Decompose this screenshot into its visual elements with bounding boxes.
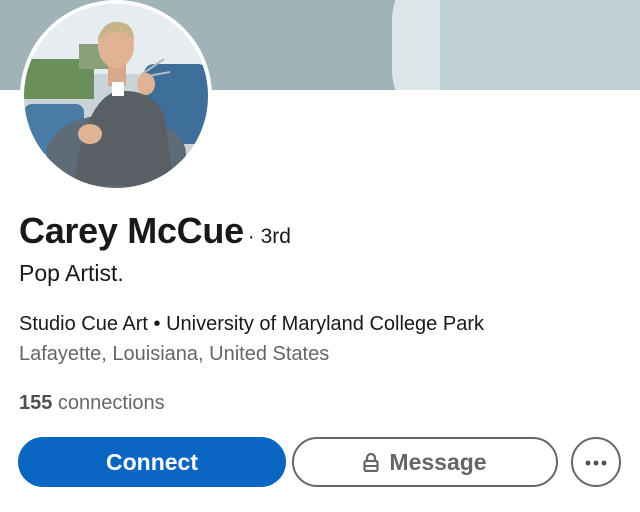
message-button-label: Message — [389, 448, 487, 475]
connect-button-label: Connect — [106, 448, 198, 475]
banner-decoration-right — [440, 0, 640, 90]
profile-location: Lafayette, Louisiana, United States — [19, 343, 330, 365]
connect-button[interactable]: Connect — [18, 437, 286, 487]
more-horizontal-icon — [585, 453, 607, 471]
profile-avatar[interactable] — [20, 0, 212, 192]
lock-icon — [363, 452, 380, 472]
avatar-photo — [24, 4, 208, 188]
profile-headline: Pop Artist. — [19, 260, 124, 286]
connection-degree: · 3rd — [247, 225, 291, 248]
connections-link[interactable]: 155 connections — [19, 392, 165, 415]
profile-name: Carey McCue — [19, 210, 244, 251]
profile-organization[interactable]: Studio Cue Art • University of Maryland … — [19, 313, 484, 336]
message-button[interactable]: Message — [292, 437, 558, 487]
connections-count: 155 — [19, 392, 53, 414]
connections-label: connections — [52, 392, 165, 414]
more-options-button[interactable] — [571, 437, 621, 487]
name-row: Carey McCue · 3rd — [19, 210, 291, 252]
